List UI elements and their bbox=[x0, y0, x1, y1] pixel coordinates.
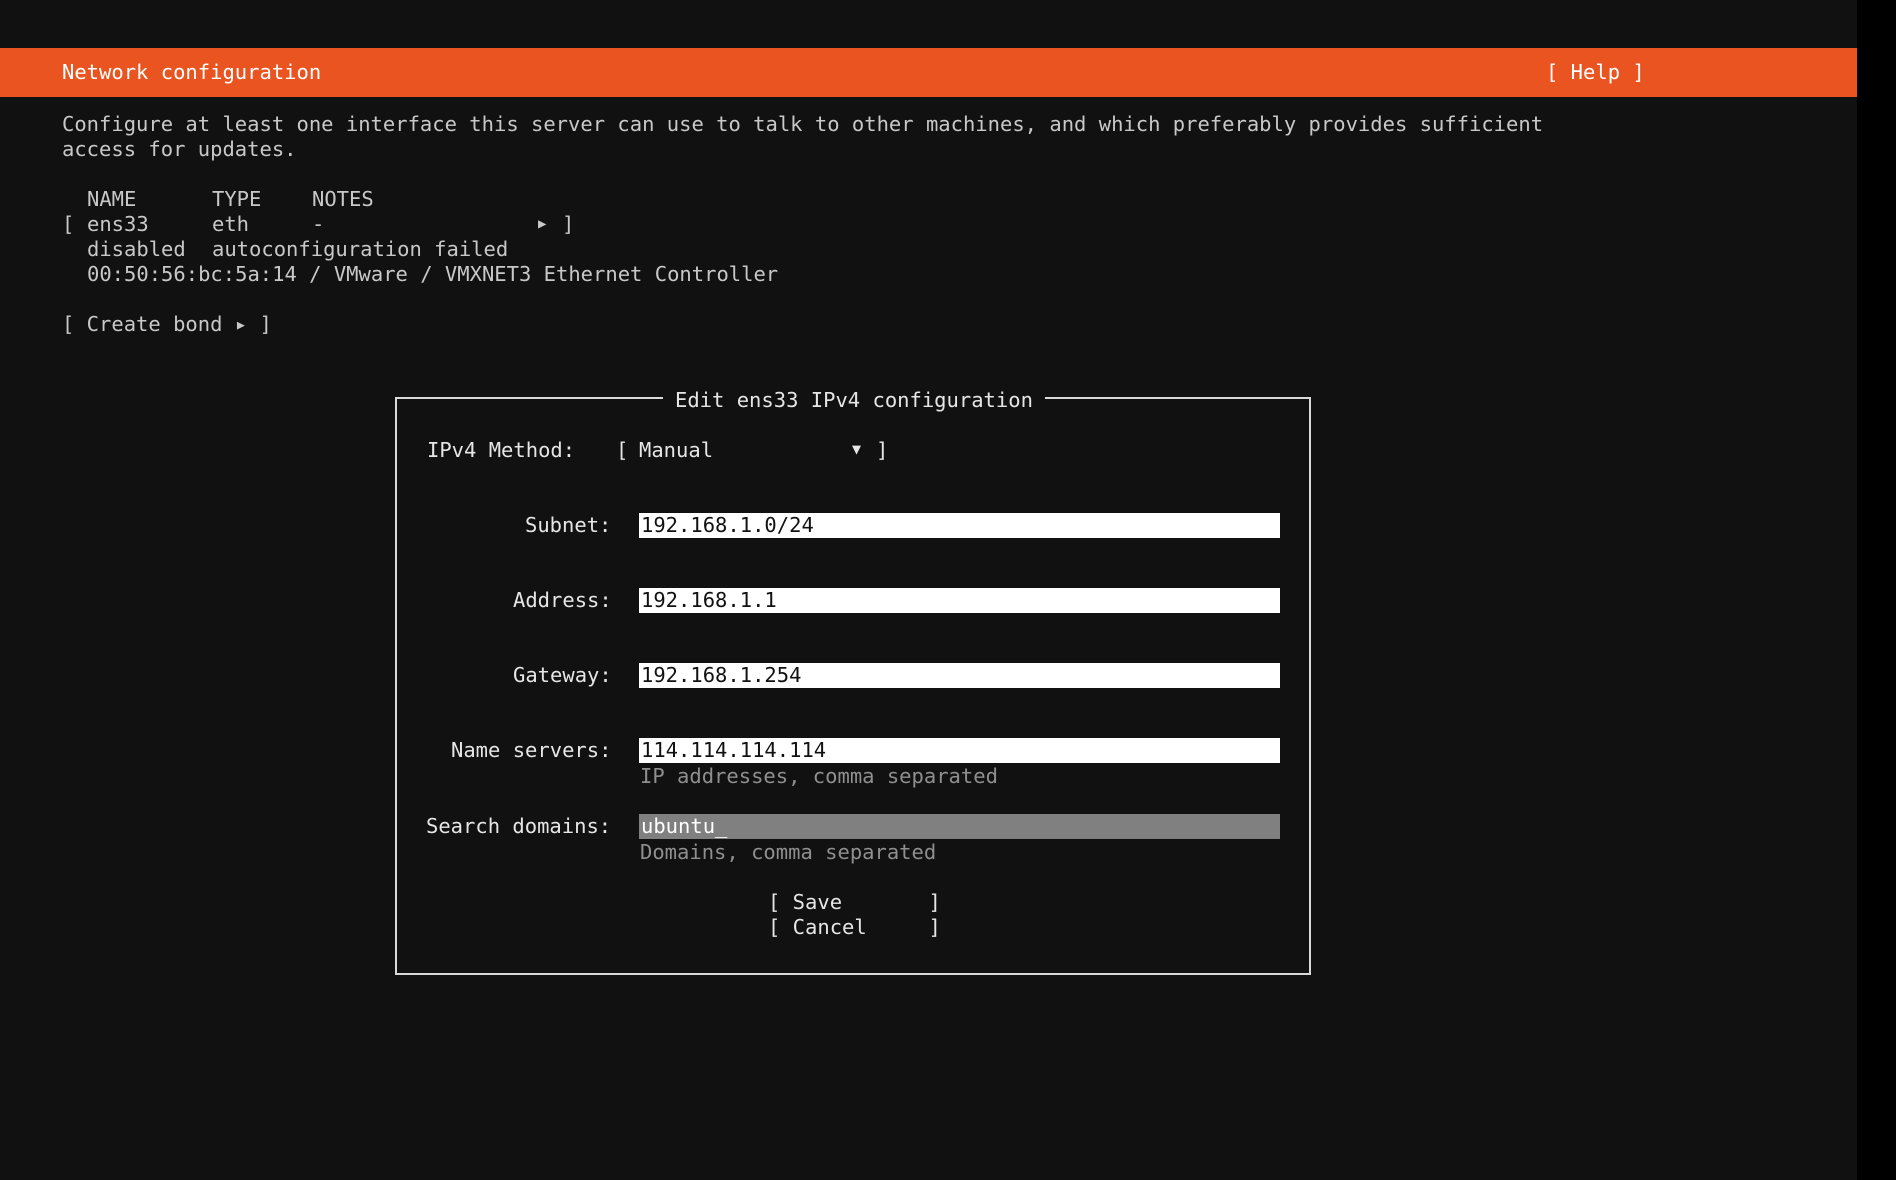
interface-status-detail: autoconfiguration failed bbox=[212, 237, 509, 261]
triangle-right-icon[interactable]: ▶ bbox=[538, 212, 546, 237]
method-open-bracket: [ bbox=[616, 438, 629, 462]
address-input[interactable] bbox=[639, 588, 1280, 613]
dialog-title: Edit ens33 IPv4 configuration bbox=[663, 388, 1045, 413]
cancel-button[interactable]: [ Cancel ] bbox=[768, 915, 941, 940]
interface-status: disabled bbox=[87, 237, 186, 261]
subnet-input[interactable] bbox=[639, 513, 1280, 538]
column-header-type: TYPE bbox=[212, 187, 262, 211]
ipv4-method-label: IPv4 Method: bbox=[427, 438, 576, 462]
name-servers-input[interactable] bbox=[639, 738, 1280, 763]
row-close-bracket: ] bbox=[562, 212, 575, 236]
row-open-bracket: [ bbox=[62, 212, 75, 236]
description-line-2: access for updates. bbox=[62, 137, 297, 161]
method-close-bracket: ] bbox=[876, 438, 889, 462]
interface-name: ens33 bbox=[87, 212, 149, 236]
page-title: Network configuration bbox=[62, 60, 322, 84]
search-domains-hint: Domains, comma separated bbox=[640, 840, 937, 864]
interface-type: eth bbox=[212, 212, 250, 236]
interface-hardware: 00:50:56:bc:5a:14 / VMware / VMXNET3 Eth… bbox=[87, 262, 779, 286]
column-header-notes: NOTES bbox=[312, 187, 374, 211]
header-bar: Network configuration [ Help ] bbox=[0, 48, 1857, 97]
save-button[interactable]: [ Save ] bbox=[768, 890, 941, 915]
interface-notes: - bbox=[312, 212, 325, 236]
chevron-down-icon: ▼ bbox=[852, 440, 862, 458]
create-bond-button[interactable]: [ Create bond ▸ ] bbox=[62, 312, 272, 337]
installer-screen: Network configuration [ Help ] Configure… bbox=[0, 0, 1857, 1180]
address-label: Address: bbox=[513, 588, 612, 612]
help-button[interactable]: [ Help ] bbox=[1546, 60, 1645, 85]
gateway-input[interactable] bbox=[639, 663, 1280, 688]
method-value: Manual bbox=[639, 438, 714, 462]
column-header-name: NAME bbox=[87, 187, 137, 211]
gateway-label: Gateway: bbox=[513, 663, 612, 687]
name-servers-hint: IP addresses, comma separated bbox=[640, 764, 998, 788]
description-line-1: Configure at least one interface this se… bbox=[62, 112, 1544, 136]
search-domains-input[interactable] bbox=[639, 814, 1280, 839]
name-servers-label: Name servers: bbox=[451, 738, 612, 762]
subnet-label: Subnet: bbox=[525, 513, 612, 537]
search-domains-label: Search domains: bbox=[426, 814, 612, 838]
